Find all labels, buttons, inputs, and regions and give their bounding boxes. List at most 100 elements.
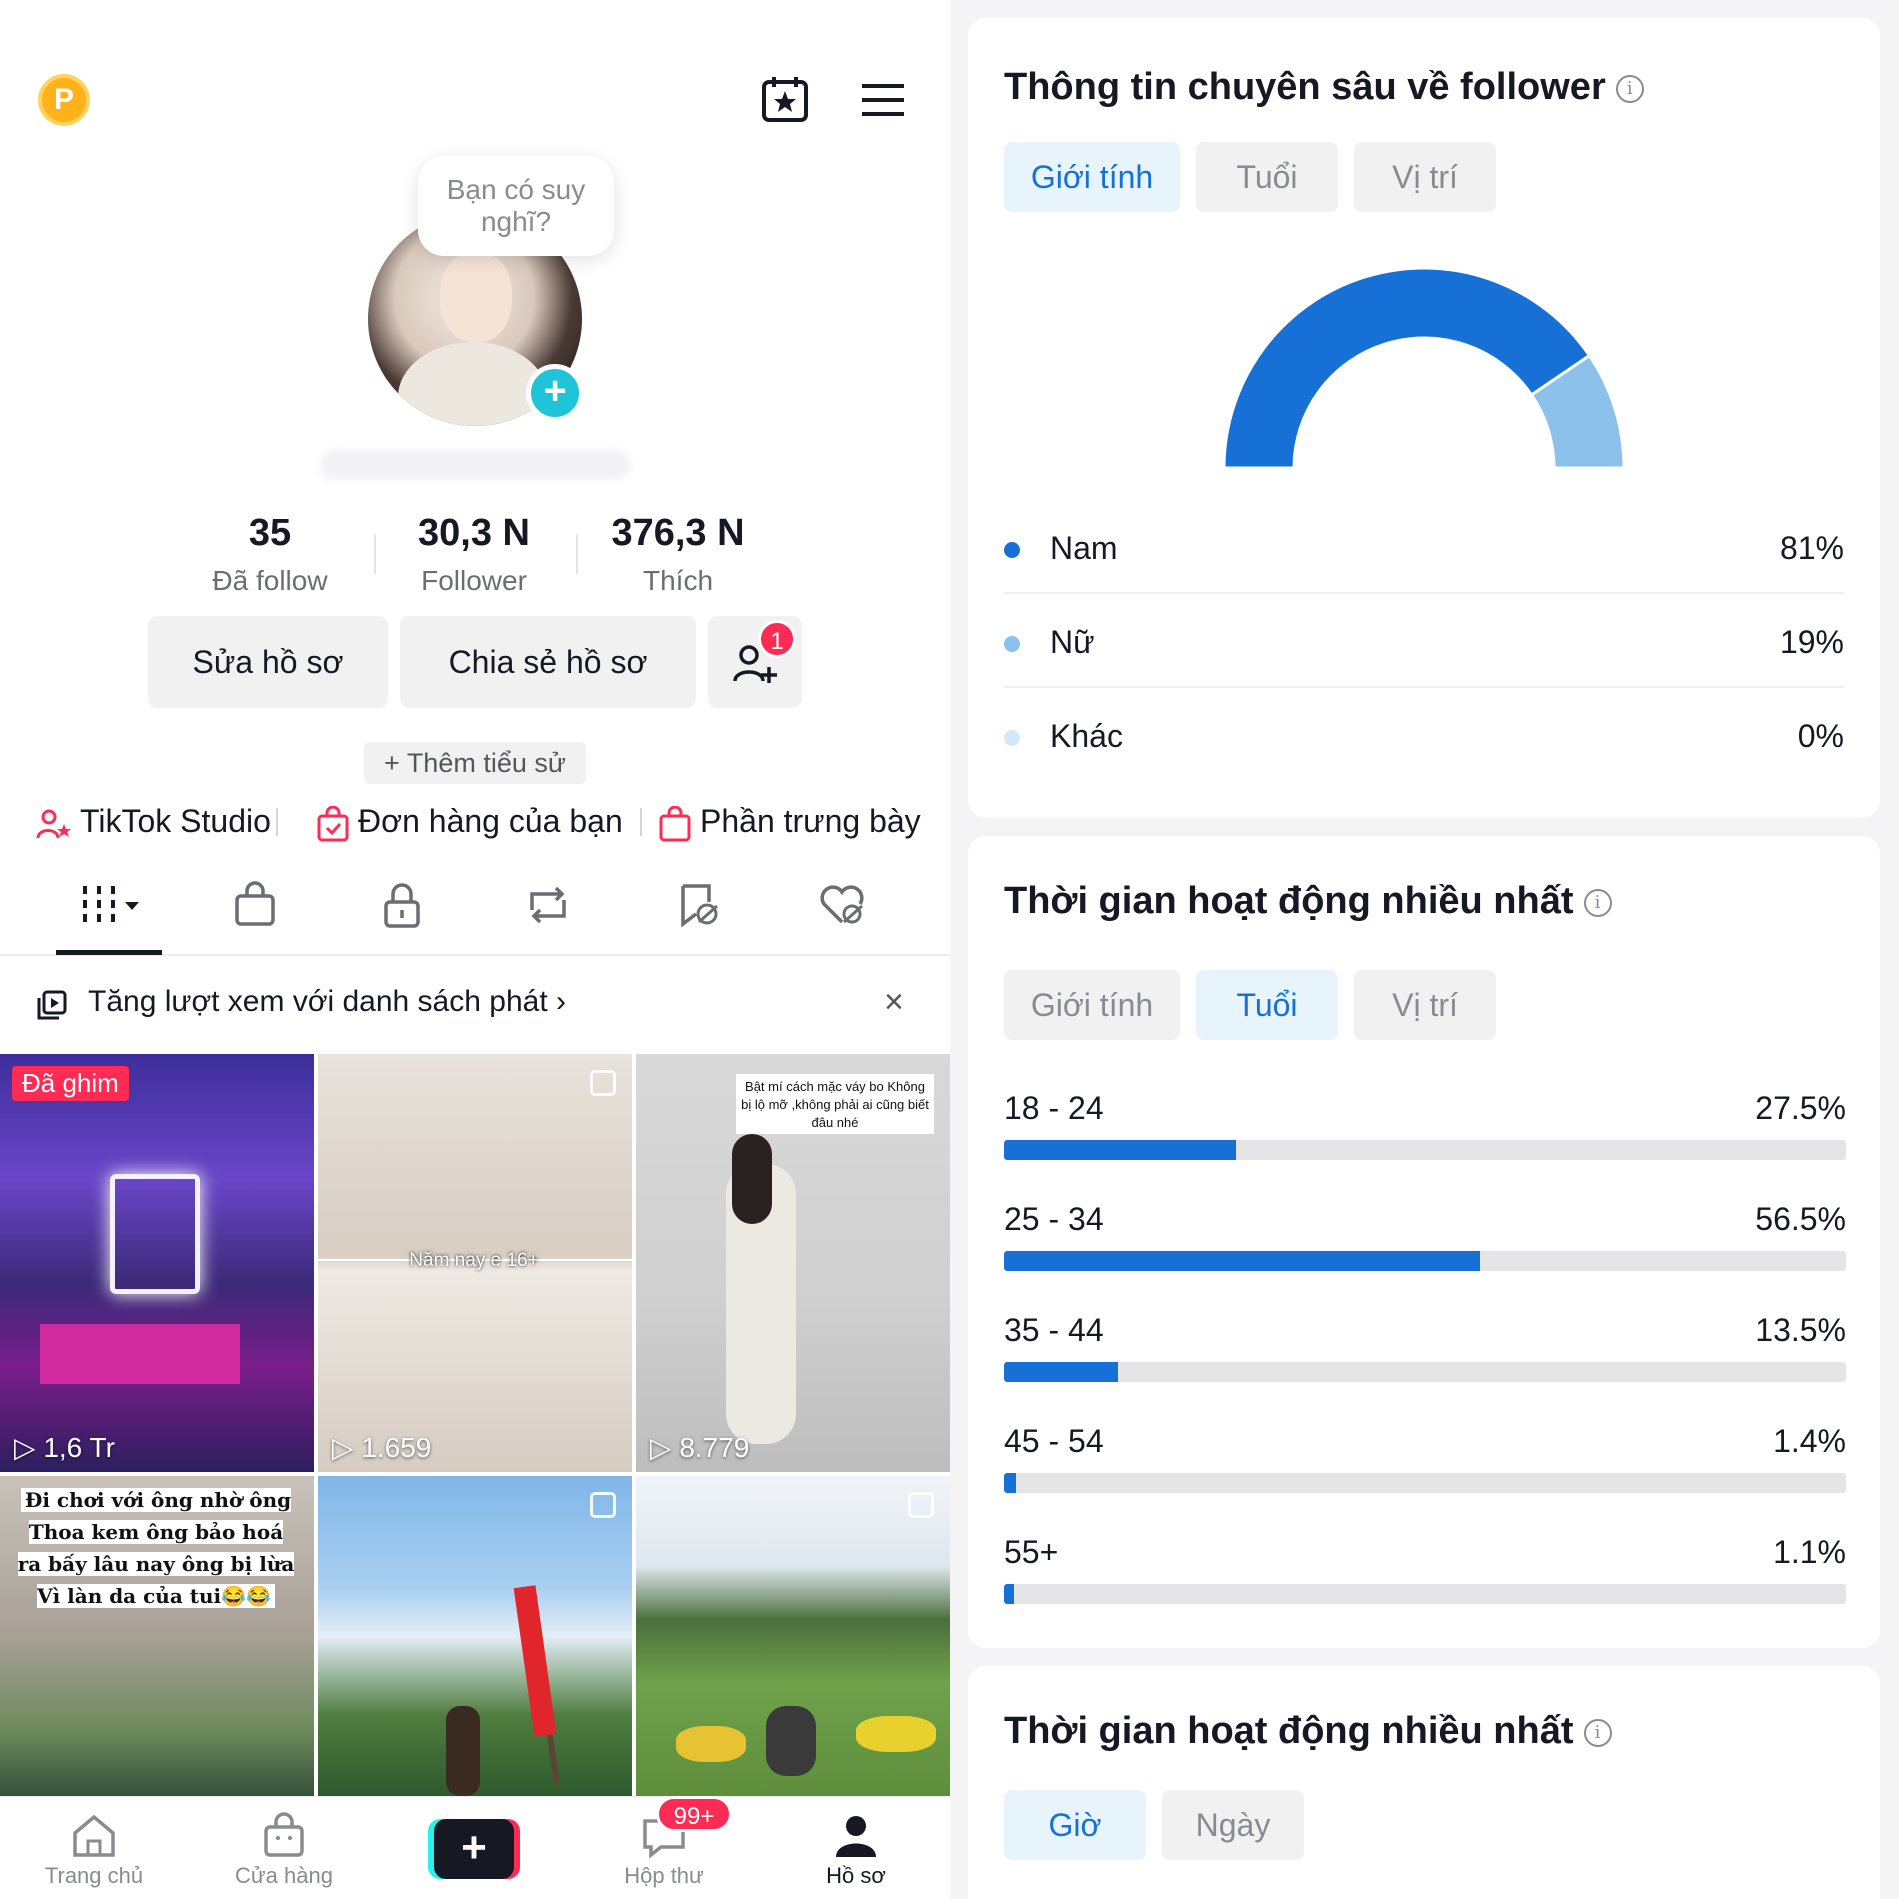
age-value: 13.5% (1755, 1312, 1846, 1348)
age-value: 1.4% (1773, 1423, 1846, 1459)
stat-followers[interactable]: 30,3 N Follower (374, 512, 574, 597)
vanity-table (40, 1324, 240, 1384)
segment-days[interactable]: Ngày (1162, 1790, 1304, 1860)
profile-links: TikTok Studio Đơn hàng của bạn Phần trưn… (36, 796, 936, 846)
nav-home[interactable]: Trang chủ (24, 1811, 164, 1889)
nav-inbox-label: Hộp thư (624, 1863, 704, 1888)
shop-bag-icon (235, 881, 275, 926)
add-friends-badge: 1 (758, 620, 796, 658)
add-bio-button[interactable]: + Thêm tiểu sử (364, 742, 586, 784)
age-bar-track (1004, 1362, 1846, 1382)
stat-following-label: Đã follow (212, 565, 328, 596)
mirror-light (110, 1174, 200, 1294)
age-row: 18 - 24 27.5% (1004, 1090, 1846, 1200)
age-label: 45 - 54 (1004, 1423, 1104, 1459)
video-thumbnail[interactable]: Năm nay e 16+ ▷ 1.659 (318, 1054, 632, 1472)
red-flag (513, 1585, 557, 1737)
segment-gender[interactable]: Giới tính (1004, 142, 1180, 212)
segment-gender[interactable]: Giới tính (1004, 970, 1180, 1040)
coin-icon[interactable]: P (38, 74, 90, 126)
bean-bag (676, 1726, 746, 1762)
legend-value-other: 0% (1797, 718, 1844, 754)
thumbnail-caption: Đi chơi với ông nhờ ông Thoa kem ông bảo… (14, 1484, 298, 1612)
age-row: 35 - 44 13.5% (1004, 1312, 1846, 1422)
edit-profile-button[interactable]: Sửa hồ sơ (148, 616, 388, 708)
video-thumbnail[interactable] (636, 1476, 950, 1796)
pinned-badge: Đã ghim (12, 1066, 129, 1101)
segment-age[interactable]: Tuổi (1196, 970, 1338, 1040)
stat-likes[interactable]: 376,3 N Thích (578, 512, 778, 597)
info-icon[interactable]: i (1615, 74, 1644, 103)
view-count-value: 1.659 (361, 1432, 432, 1463)
playlist-banner[interactable]: Tăng lượt xem với danh sách phát › × (0, 975, 950, 1035)
orders-label: Đơn hàng của bạn (358, 803, 623, 839)
age-row: 25 - 34 56.5% (1004, 1201, 1846, 1311)
tab-private[interactable] (362, 880, 442, 940)
close-icon[interactable]: × (884, 983, 904, 1022)
gender-gauge-chart (1222, 266, 1626, 470)
gauge-segment-0 (1222, 266, 1592, 470)
active-time-age-card: Thời gian hoạt động nhiều nhất i Giới tín… (968, 836, 1880, 1648)
stat-following-value: 35 (248, 512, 292, 554)
tiktok-studio-label: TikTok Studio (80, 803, 271, 839)
profile-stats: 35 Đã follow 30,3 N Follower 376,3 N Thí… (170, 512, 780, 602)
bean-bag (856, 1716, 936, 1752)
add-avatar-plus-icon[interactable]: + (526, 364, 584, 422)
showcase-link[interactable]: Phần trưng bày (658, 796, 921, 846)
age-bar-track (1004, 1251, 1846, 1271)
hamburger-menu-icon[interactable] (860, 80, 906, 120)
age-label: 18 - 24 (1004, 1090, 1104, 1126)
playlist-icon (37, 990, 67, 1020)
tab-reposts[interactable] (508, 880, 588, 940)
follower-insights-card: Thông tin chuyên sâu về follower i Giới t… (968, 18, 1880, 818)
age-row: 45 - 54 1.4% (1004, 1423, 1846, 1533)
tab-liked[interactable] (802, 880, 882, 940)
age-value: 1.1% (1773, 1534, 1846, 1570)
segment-age[interactable]: Tuổi (1196, 142, 1338, 212)
avatar-shirt (398, 342, 548, 426)
thumbnail-caption: Bật mí cách mặc váy bo Không bị lộ mỡ ,k… (736, 1074, 934, 1134)
content-tabs (0, 870, 950, 956)
card-title: Thời gian hoạt động nhiều nhất i (1004, 880, 1612, 923)
segment-hours[interactable]: Giờ (1004, 1790, 1146, 1860)
info-icon[interactable]: i (1583, 1718, 1612, 1747)
multi-photo-icon (590, 1492, 616, 1518)
legend-row-male: Nam 81% (1004, 502, 1844, 594)
view-count-value: 1,6 Tr (43, 1432, 115, 1463)
home-icon (73, 1814, 115, 1857)
age-bar-fill (1004, 1140, 1236, 1160)
thumbnail-caption-text: Đi chơi với ông nhờ ông Thoa kem ông bảo… (17, 1488, 295, 1608)
nav-shop[interactable]: Cửa hàng (214, 1811, 354, 1889)
video-thumbnail[interactable] (318, 1476, 632, 1796)
segment-location[interactable]: Vị trí (1354, 970, 1496, 1040)
stat-following[interactable]: 35 Đã follow (170, 512, 370, 597)
video-thumbnail[interactable]: Đã ghim ▷ 1,6 Tr (0, 1054, 314, 1472)
age-bar-track (1004, 1140, 1846, 1160)
view-count: ▷ 1.659 (332, 1432, 432, 1463)
create-plus-button[interactable]: + (428, 1819, 520, 1879)
multi-photo-icon (908, 1492, 934, 1518)
tab-videos[interactable] (66, 880, 156, 940)
orders-link[interactable]: Đơn hàng của bạn (316, 796, 623, 846)
tab-shop[interactable] (215, 880, 295, 940)
nav-profile[interactable]: Hồ sơ (786, 1811, 926, 1889)
video-grid: Đã ghim ▷ 1,6 Tr Năm nay e 16+ ▷ 1.659 B… (0, 1054, 950, 1796)
tab-favorites[interactable] (658, 880, 738, 940)
tiktok-studio-link[interactable]: TikTok Studio (36, 796, 271, 846)
share-profile-button[interactable]: Chia sẻ hồ sơ (400, 616, 696, 708)
segment-location[interactable]: Vị trí (1354, 142, 1496, 212)
view-count-value: 8.779 (679, 1432, 750, 1463)
calendar-star-icon[interactable] (760, 74, 810, 124)
video-thumbnail[interactable]: Đi chơi với ông nhờ ông Thoa kem ông bảo… (0, 1476, 314, 1796)
age-bar-track (1004, 1584, 1846, 1604)
info-icon[interactable]: i (1583, 888, 1612, 917)
person-figure (766, 1706, 816, 1776)
legend-name-other: Khác (1050, 718, 1123, 754)
note-bubble[interactable]: Bạn có suy nghĩ? (418, 156, 614, 256)
username-blurred (320, 450, 630, 480)
video-thumbnail[interactable]: Bật mí cách mặc váy bo Không bị lộ mỡ ,k… (636, 1054, 950, 1472)
lock-icon (384, 883, 420, 928)
age-bar-fill (1004, 1584, 1015, 1604)
legend-dot-other (1004, 730, 1020, 746)
inbox-badge: 99+ (656, 1796, 732, 1832)
